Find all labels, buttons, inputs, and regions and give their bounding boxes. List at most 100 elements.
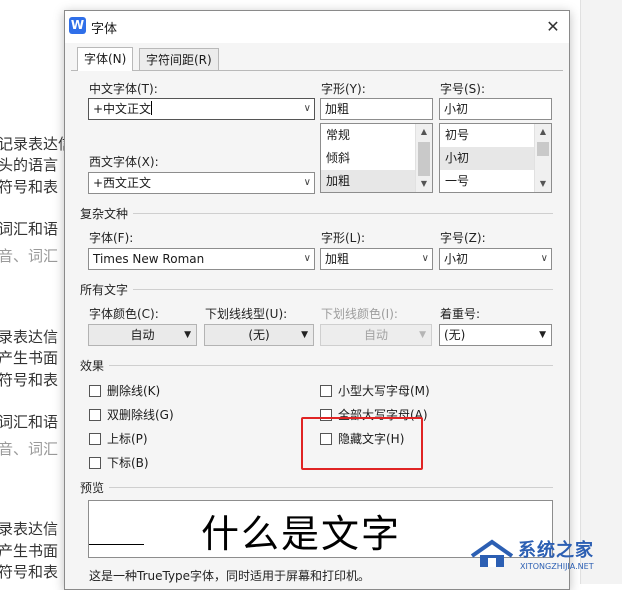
- effects-section-title: 效果: [80, 359, 105, 373]
- caret-down-icon: ▼: [539, 330, 546, 340]
- background-text-line: 符号和表: [0, 563, 59, 581]
- chevron-down-icon: ∨: [303, 253, 311, 264]
- close-button[interactable]: ✕: [543, 17, 563, 37]
- emphasis-select[interactable]: (无) ▼: [439, 324, 552, 346]
- western-font-select[interactable]: +西文正文 ∨: [88, 172, 315, 194]
- effect-checkbox[interactable]: 下标(B): [89, 455, 149, 471]
- preview-section-title: 预览: [80, 481, 105, 495]
- watermark-logo: 系统之家 XITONGZHIJIA.NET: [468, 532, 618, 584]
- size-label: 字号(S):: [440, 82, 486, 96]
- background-text-line: 符号和表: [0, 178, 59, 196]
- caret-down-icon: ▼: [301, 330, 308, 340]
- watermark-title: 系统之家: [518, 540, 594, 561]
- underline-color-select: 自动 ▼: [320, 324, 432, 346]
- complex-style-label: 字形(L):: [321, 231, 366, 245]
- background-text-line: 记录表达信: [0, 135, 74, 153]
- scroll-down-icon[interactable]: ▼: [416, 176, 432, 192]
- background-text-line: 词汇和语: [0, 220, 59, 238]
- checkbox-icon[interactable]: [89, 385, 101, 397]
- size-listbox[interactable]: 初号 小初 一号 ▲ ▼: [439, 123, 552, 193]
- background-text-line: 音、词汇: [0, 247, 59, 265]
- effect-label: 小型大写字母(M): [338, 384, 430, 398]
- background-text-line: 产生书面: [0, 349, 59, 367]
- divider: [109, 487, 553, 488]
- divider: [109, 365, 553, 366]
- checkbox-icon[interactable]: [89, 457, 101, 469]
- size-input[interactable]: 小初: [439, 98, 552, 120]
- underline-color-value: 自动: [363, 328, 388, 342]
- preview-baseline: [89, 544, 144, 545]
- checkbox-icon[interactable]: [320, 385, 332, 397]
- font-color-label: 字体颜色(C):: [89, 307, 159, 321]
- right-scroll-strip: [580, 0, 622, 584]
- preview-sample-text: 什么是文字: [201, 512, 402, 556]
- complex-font-value: Times New Roman: [93, 252, 205, 266]
- font-color-select[interactable]: 自动 ▼: [88, 324, 197, 346]
- caret-down-icon: ▼: [184, 330, 191, 340]
- complex-font-select[interactable]: Times New Roman ∨: [88, 248, 315, 270]
- style-listbox[interactable]: 常规 倾斜 加粗 ▲ ▼: [320, 123, 433, 193]
- western-font-label: 西文字体(X):: [89, 155, 159, 169]
- wps-writer-icon: W: [69, 17, 86, 34]
- underline-style-select[interactable]: (无) ▼: [204, 324, 314, 346]
- style-scrollbar[interactable]: ▲ ▼: [415, 124, 432, 192]
- chevron-down-icon: ∨: [303, 177, 311, 188]
- background-text-line: 录表达信: [0, 328, 59, 346]
- emphasis-value: (无): [444, 328, 466, 342]
- background-text-line: 音、词汇: [0, 440, 59, 458]
- divider: [133, 289, 553, 290]
- scroll-thumb[interactable]: [418, 142, 430, 176]
- complex-size-label: 字号(Z):: [440, 231, 486, 245]
- dialog-titlebar: W 字体 ✕: [65, 11, 569, 43]
- western-font-value: +西文正文: [93, 176, 152, 190]
- text-caret: [151, 101, 153, 115]
- house-logo-icon: [470, 539, 514, 567]
- effect-label: 上标(P): [107, 432, 148, 446]
- effect-label: 双删除线(G): [107, 408, 174, 422]
- complex-font-label: 字体(F):: [89, 231, 134, 245]
- scroll-up-icon[interactable]: ▲: [416, 124, 432, 140]
- background-text-line: 头的语言: [0, 156, 59, 174]
- scroll-down-icon[interactable]: ▼: [535, 176, 551, 192]
- chevron-down-icon: ∨: [303, 103, 311, 114]
- dialog-title: 字体: [91, 22, 118, 37]
- complex-style-select[interactable]: 加粗 ∨: [320, 248, 433, 270]
- chinese-font-value: +中文正文: [93, 102, 152, 116]
- complex-size-value: 小初: [444, 252, 469, 266]
- underline-color-label: 下划线颜色(I):: [321, 307, 398, 321]
- style-label: 字形(Y):: [321, 82, 366, 96]
- complex-section-title: 复杂文种: [80, 207, 129, 221]
- tab-character-spacing[interactable]: 字符间距(R): [139, 48, 219, 71]
- style-input[interactable]: 加粗: [320, 98, 433, 120]
- highlight-box: [301, 417, 423, 470]
- caret-down-icon: ▼: [419, 330, 426, 340]
- effect-checkbox[interactable]: 上标(P): [89, 431, 148, 447]
- effect-checkbox[interactable]: 小型大写字母(M): [320, 383, 430, 399]
- chevron-down-icon: ∨: [421, 253, 429, 264]
- background-text-line: 产生书面: [0, 542, 59, 560]
- all-text-section-title: 所有文字: [80, 283, 129, 297]
- effect-checkbox[interactable]: 删除线(K): [89, 383, 160, 399]
- scroll-up-icon[interactable]: ▲: [535, 124, 551, 140]
- underline-style-value: (无): [248, 328, 270, 342]
- underline-style-label: 下划线线型(U):: [205, 307, 288, 321]
- divider: [133, 213, 553, 214]
- chinese-font-select[interactable]: +中文正文 ∨: [88, 98, 315, 120]
- watermark-subtitle: XITONGZHIJIA.NET: [520, 562, 594, 571]
- background-text-line: 符号和表: [0, 371, 59, 389]
- background-text-line: 录表达信: [0, 520, 59, 538]
- chevron-down-icon: ∨: [540, 253, 548, 264]
- complex-style-value: 加粗: [325, 252, 350, 266]
- scroll-thumb[interactable]: [537, 142, 549, 156]
- complex-size-select[interactable]: 小初 ∨: [439, 248, 552, 270]
- checkbox-icon[interactable]: [89, 433, 101, 445]
- effect-label: 删除线(K): [107, 384, 161, 398]
- checkbox-icon[interactable]: [89, 409, 101, 421]
- font-note: 这是一种TrueType字体，同时适用于屏幕和打印机。: [89, 569, 371, 583]
- tab-font[interactable]: 字体(N): [77, 47, 134, 71]
- font-dialog: W 字体 ✕ 字体(N) 字符间距(R) 中文字体(T): +中文正文 ∨ 字形…: [64, 10, 570, 590]
- effect-label: 下标(B): [107, 456, 149, 470]
- effect-checkbox[interactable]: 双删除线(G): [89, 407, 174, 423]
- background-text-line: 词汇和语: [0, 413, 59, 431]
- size-scrollbar[interactable]: ▲ ▼: [534, 124, 551, 192]
